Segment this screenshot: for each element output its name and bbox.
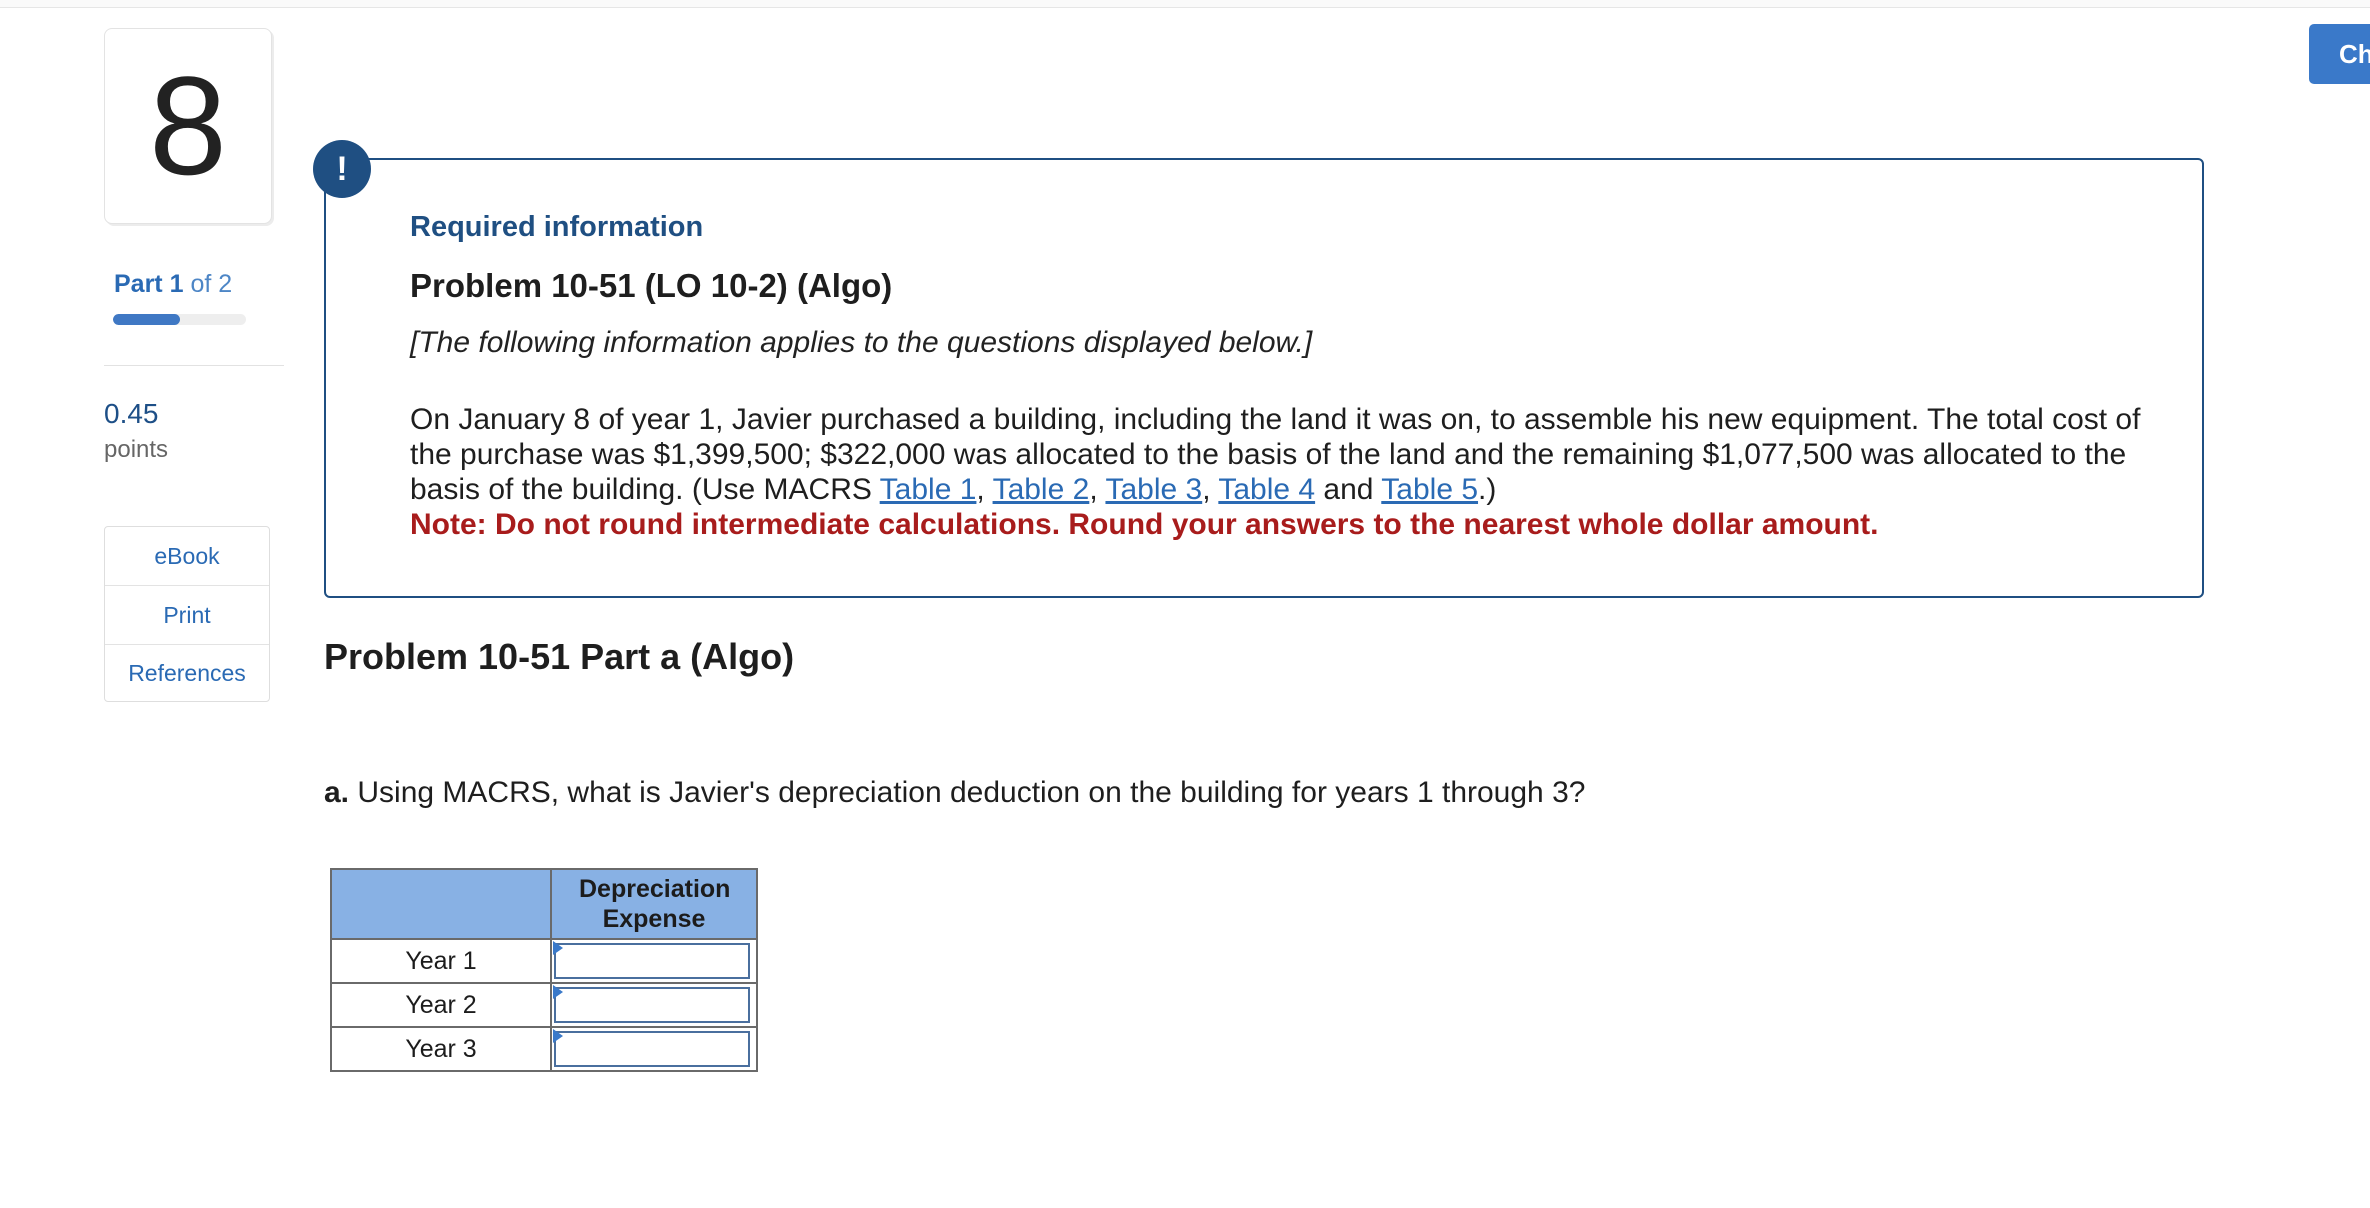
header-depreciation-expense: Depreciation Expense bbox=[550, 868, 758, 940]
print-button[interactable]: Print bbox=[105, 586, 269, 645]
macrs-table-2-link[interactable]: Table 2 bbox=[993, 473, 1090, 506]
table-row: Year 2 bbox=[330, 982, 758, 1028]
answer-table-header: Depreciation Expense bbox=[330, 868, 758, 940]
header-blank-cell bbox=[330, 868, 552, 940]
row-label: Year 1 bbox=[330, 938, 552, 984]
answer-table: Depreciation Expense Year 1 Year 2 Year … bbox=[330, 868, 758, 1072]
question-body: Using MACRS, what is Javier's depreciati… bbox=[349, 776, 1586, 809]
part-current: Part 1 bbox=[114, 270, 184, 298]
required-info-title: Required information bbox=[410, 211, 704, 243]
part-title: Problem 10-51 Part a (Algo) bbox=[324, 636, 795, 677]
part-indicator: Part 1 of 2 bbox=[114, 270, 232, 299]
question-number-box: 8 bbox=[104, 28, 272, 224]
problem-title: Problem 10-51 (LO 10-2) (Algo) bbox=[410, 267, 893, 304]
sidebar-divider bbox=[104, 365, 284, 366]
row-label: Year 3 bbox=[330, 1026, 552, 1072]
problem-body: On January 8 of year 1, Javier purchased… bbox=[410, 402, 2170, 542]
answer-cell bbox=[550, 982, 758, 1028]
points-label: points bbox=[104, 436, 169, 463]
question-text: a. Using MACRS, what is Javier's depreci… bbox=[324, 776, 1585, 810]
separator: , bbox=[976, 473, 993, 506]
table-row: Year 3 bbox=[330, 1026, 758, 1072]
part-total: of 2 bbox=[190, 270, 233, 298]
year-3-depreciation-input[interactable] bbox=[554, 1031, 750, 1067]
cell-marker-icon bbox=[553, 985, 563, 999]
part-progress-fill bbox=[113, 314, 180, 325]
question-number: 8 bbox=[149, 47, 227, 204]
ebook-button[interactable]: eBook bbox=[105, 527, 269, 586]
separator: , bbox=[1202, 473, 1219, 506]
points-value: 0.45 bbox=[104, 398, 159, 429]
cell-marker-icon bbox=[553, 941, 563, 955]
cell-marker-icon bbox=[553, 1029, 563, 1043]
macrs-table-4-link[interactable]: Table 4 bbox=[1218, 473, 1315, 506]
top-border bbox=[0, 0, 2370, 8]
rounding-note: Note: Do not round intermediate calculat… bbox=[410, 508, 1879, 541]
header-depreciation-label: Depreciation Expense bbox=[579, 875, 731, 933]
macrs-table-5-link[interactable]: Table 5 bbox=[1381, 473, 1478, 506]
alert-icon: ! bbox=[313, 140, 371, 198]
table-row: Year 1 bbox=[330, 938, 758, 984]
macrs-table-3-link[interactable]: Table 3 bbox=[1105, 473, 1202, 506]
check-button[interactable]: Ch bbox=[2309, 24, 2370, 84]
body-end: .) bbox=[1478, 473, 1497, 506]
answer-cell bbox=[550, 938, 758, 984]
year-1-depreciation-input[interactable] bbox=[554, 943, 750, 979]
and-text: and bbox=[1315, 473, 1382, 506]
separator: , bbox=[1089, 473, 1106, 506]
question-tools: eBook Print References bbox=[104, 526, 270, 702]
answer-cell bbox=[550, 1026, 758, 1072]
macrs-table-1-link[interactable]: Table 1 bbox=[880, 473, 977, 506]
year-2-depreciation-input[interactable] bbox=[554, 987, 750, 1023]
question-prefix: a. bbox=[324, 776, 350, 809]
references-button[interactable]: References bbox=[105, 645, 269, 701]
row-label: Year 2 bbox=[330, 982, 552, 1028]
part-progress-bar bbox=[113, 314, 246, 325]
applies-note: [The following information applies to th… bbox=[410, 326, 1313, 359]
